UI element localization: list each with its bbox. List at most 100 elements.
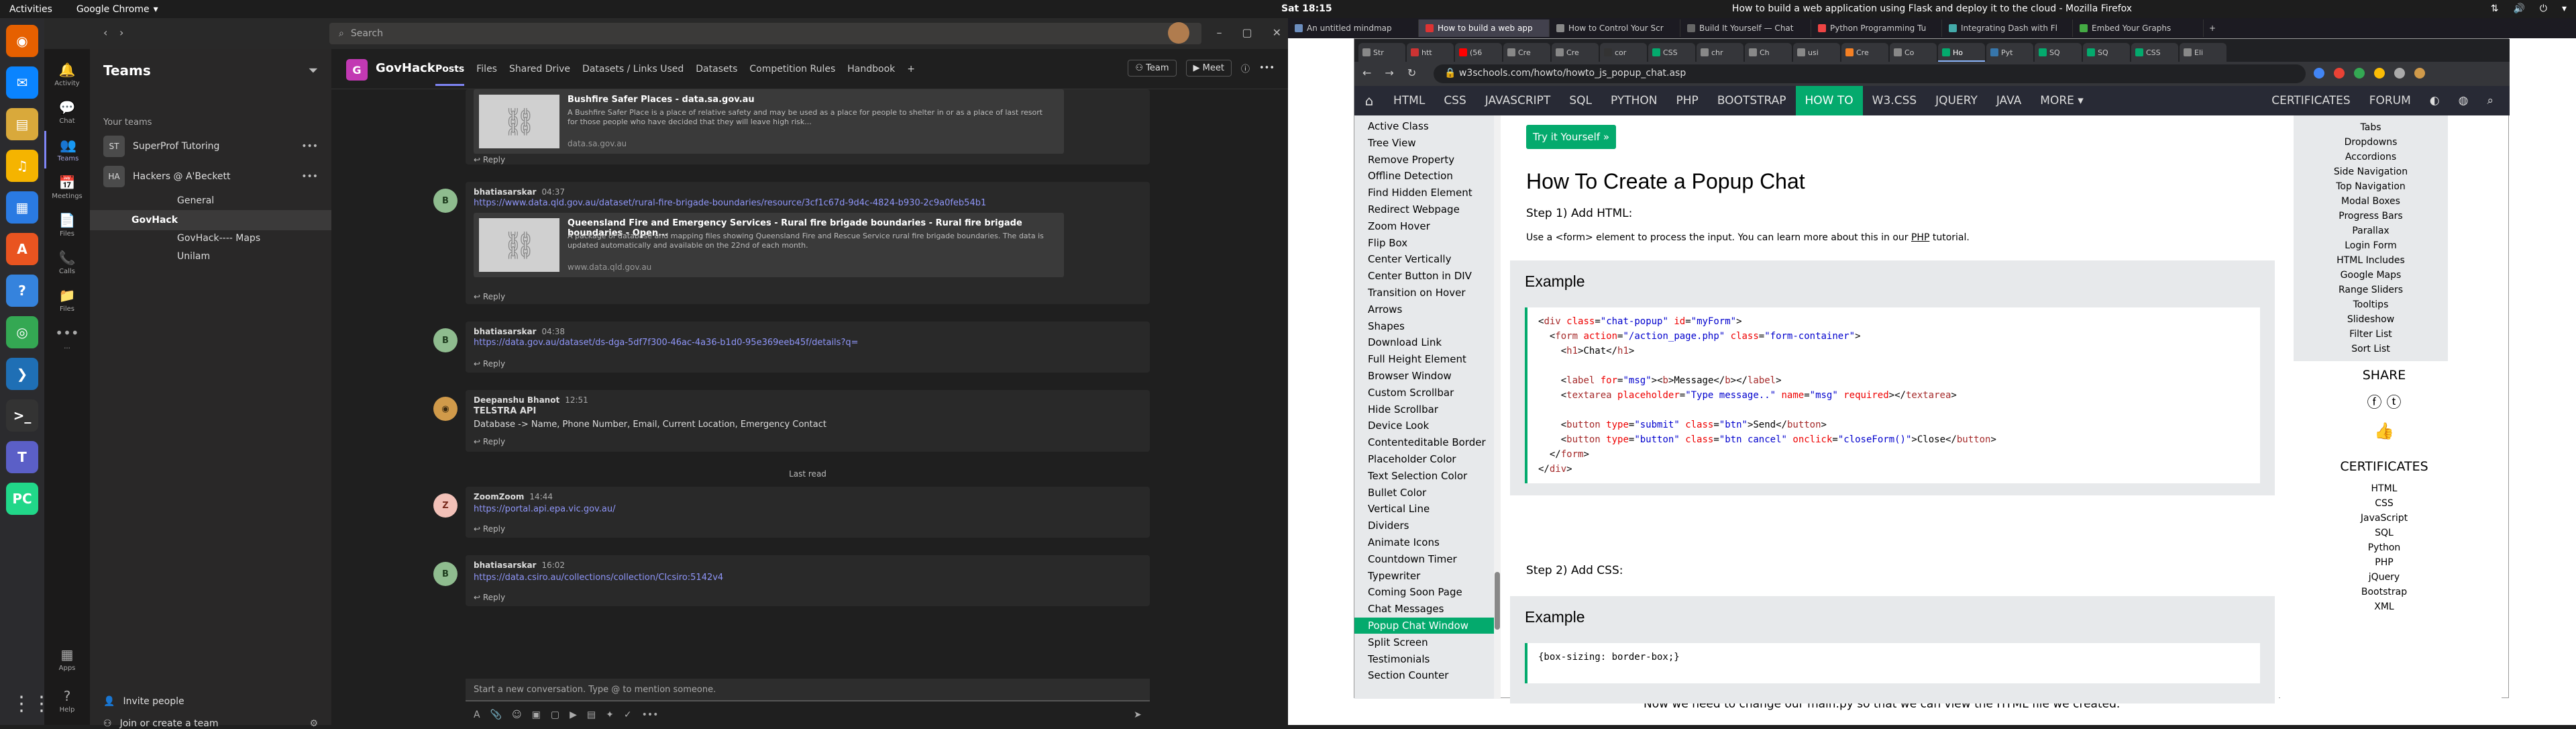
firefox-tab[interactable]: Build It Yourself — Chat: [1680, 19, 1811, 37]
sidebar-link[interactable]: Remove Property: [1368, 152, 1454, 168]
dock-vscode-icon[interactable]: ❯: [6, 358, 38, 390]
certificate-link[interactable]: Bootstrap: [2280, 587, 2488, 597]
rail-teams-button[interactable]: 👥 Teams: [44, 131, 90, 168]
sidebar-link[interactable]: Hide Scrollbar: [1368, 401, 1438, 418]
rail-apps-button[interactable]: ▦ Apps: [44, 640, 90, 678]
extension-icon[interactable]: [2354, 68, 2365, 79]
sidebar-link[interactable]: Shapes: [1368, 318, 1405, 334]
howto-link[interactable]: Dropdowns: [2294, 137, 2448, 148]
sidebar-link[interactable]: Transition on Hover: [1368, 285, 1466, 301]
sidebar-link[interactable]: Placeholder Color: [1368, 451, 1456, 467]
app-menu[interactable]: Google Chrome ▾: [76, 4, 158, 15]
certificate-link[interactable]: jQuery: [2280, 572, 2488, 583]
firefox-tab[interactable]: Integrating Dash with Fl: [1942, 19, 2073, 37]
chrome-tab[interactable]: usi: [1793, 43, 1840, 62]
dock-rhythmbox-icon[interactable]: ♫: [6, 150, 38, 182]
tab-posts[interactable]: Posts: [435, 64, 465, 86]
link-preview-card[interactable]: ⛓ Queensland Fire and Emergency Services…: [474, 213, 1064, 277]
extension-icon[interactable]: [2394, 68, 2405, 79]
nav-php[interactable]: PHP: [1667, 86, 1708, 115]
chrome-tab[interactable]: Cre: [1841, 43, 1888, 62]
rail--button[interactable]: •••...: [44, 319, 90, 356]
certificate-link[interactable]: Python: [2280, 542, 2488, 553]
certificate-link[interactable]: CSS: [2280, 498, 2488, 509]
sidebar-link[interactable]: Redirect Webpage: [1368, 201, 1460, 217]
howto-link[interactable]: Tabs: [2294, 122, 2448, 133]
certificate-link[interactable]: PHP: [2280, 557, 2488, 568]
certificate-link[interactable]: XML: [2280, 601, 2488, 612]
sidebar-link[interactable]: Find Hidden Element: [1368, 185, 1472, 201]
sidebar-link[interactable]: Center Vertically: [1368, 251, 1451, 267]
reply-button[interactable]: ↩ Reply: [474, 155, 505, 164]
globe-icon[interactable]: ◍: [2449, 86, 2478, 115]
howto-link[interactable]: Login Form: [2294, 240, 2448, 251]
channel-unilam[interactable]: Unilam: [177, 251, 210, 262]
back-icon[interactable]: ‹: [103, 26, 107, 39]
extension-icon[interactable]: [2334, 68, 2345, 79]
sidebar-link[interactable]: Active Class: [1368, 118, 1429, 134]
sidebar-link[interactable]: Tree View: [1368, 135, 1416, 151]
search-input[interactable]: ⌕ Search: [329, 23, 1201, 44]
team-item-superprof[interactable]: ST SuperProf Tutoring •••: [103, 133, 325, 160]
reply-button[interactable]: ↩ Reply: [474, 593, 505, 602]
sidebar-link[interactable]: Device Look: [1368, 418, 1429, 434]
dock-files-icon[interactable]: ▤: [6, 108, 38, 140]
rail-calls-button[interactable]: 📞 Calls: [44, 244, 90, 281]
sidebar-link[interactable]: Offline Detection: [1368, 168, 1453, 184]
sidebar-link[interactable]: Browser Window: [1368, 368, 1452, 384]
home-icon[interactable]: ⌂: [1354, 93, 1384, 109]
back-icon[interactable]: ←: [1362, 66, 1371, 79]
sidebar-link[interactable]: Center Button in DIV: [1368, 268, 1472, 284]
chrome-tab[interactable]: Pyt: [1986, 43, 2033, 62]
chrome-tab[interactable]: SQ: [2083, 43, 2130, 62]
firefox-tab[interactable]: How to build a web app: [1419, 19, 1550, 37]
chrome-tab[interactable]: Co: [1890, 43, 1937, 62]
chrome-tab[interactable]: cor: [1600, 43, 1647, 62]
nav-html[interactable]: HTML: [1384, 86, 1434, 115]
close-icon[interactable]: ✕: [1273, 26, 1281, 39]
sidebar-link[interactable]: Chat Messages: [1368, 601, 1444, 617]
activities-button[interactable]: Activities: [9, 4, 52, 15]
chrome-tab[interactable]: (56: [1455, 43, 1502, 62]
certificate-link[interactable]: JavaScript: [2280, 513, 2488, 524]
tab-competition-rules[interactable]: Competition Rules: [749, 64, 835, 86]
sidebar-link[interactable]: Contenteditable Border: [1368, 434, 1486, 450]
gif-icon[interactable]: ▣: [532, 710, 541, 720]
howto-link[interactable]: HTML Includes: [2294, 255, 2448, 266]
scrollbar-thumb[interactable]: [1495, 572, 1500, 630]
nav-python[interactable]: PYTHON: [1601, 86, 1667, 115]
forward-icon[interactable]: →: [1385, 66, 1393, 79]
sidebar-link[interactable]: Dividers: [1368, 518, 1409, 534]
send-icon[interactable]: ➤: [1134, 710, 1142, 720]
team-item-hackers[interactable]: HA Hackers @ A'Beckett •••: [103, 163, 325, 190]
nav-javascript[interactable]: JAVASCRIPT: [1476, 86, 1560, 115]
minimize-icon[interactable]: –: [1216, 26, 1222, 39]
sidebar-link[interactable]: Arrows: [1368, 301, 1402, 318]
rail-activity-button[interactable]: 🔔 Activity: [44, 56, 90, 93]
sidebar-link[interactable]: Typewriter: [1368, 568, 1420, 584]
attach-icon[interactable]: 📎: [490, 710, 502, 720]
more-icon[interactable]: •••: [301, 171, 318, 182]
howto-link[interactable]: Slideshow: [2294, 314, 2448, 325]
more-icon[interactable]: •••: [642, 710, 659, 720]
dock-teams-icon[interactable]: T: [6, 441, 38, 473]
chrome-tab[interactable]: chr: [1697, 43, 1743, 62]
howto-link[interactable]: Sort List: [2294, 344, 2448, 354]
team-button[interactable]: ⚇ Team: [1128, 60, 1177, 77]
message-link[interactable]: https://www.data.qld.gov.au/dataset/rura…: [474, 198, 986, 208]
sidebar-link[interactable]: Zoom Hover: [1368, 218, 1430, 234]
certificate-link[interactable]: HTML: [2280, 483, 2488, 494]
sidebar-link[interactable]: Section Counter: [1368, 667, 1448, 683]
nav-java[interactable]: JAVA: [1987, 86, 2031, 115]
chrome-tab[interactable]: Str: [1358, 43, 1405, 62]
sidebar-link[interactable]: Testimonials: [1368, 651, 1430, 667]
dock-software-icon[interactable]: A: [6, 233, 38, 265]
dock-firefox-icon[interactable]: ◉: [6, 25, 38, 57]
nav-certificates[interactable]: CERTIFICATES: [2262, 86, 2359, 115]
chrome-tab[interactable]: Cre: [1503, 43, 1550, 62]
extension-icon[interactable]: [2374, 68, 2385, 79]
sidebar-link[interactable]: Animate Icons: [1368, 534, 1440, 550]
sticker-icon[interactable]: ▢: [551, 710, 559, 720]
dock-writer-icon[interactable]: ▦: [6, 191, 38, 224]
channel-general[interactable]: General: [177, 195, 214, 206]
